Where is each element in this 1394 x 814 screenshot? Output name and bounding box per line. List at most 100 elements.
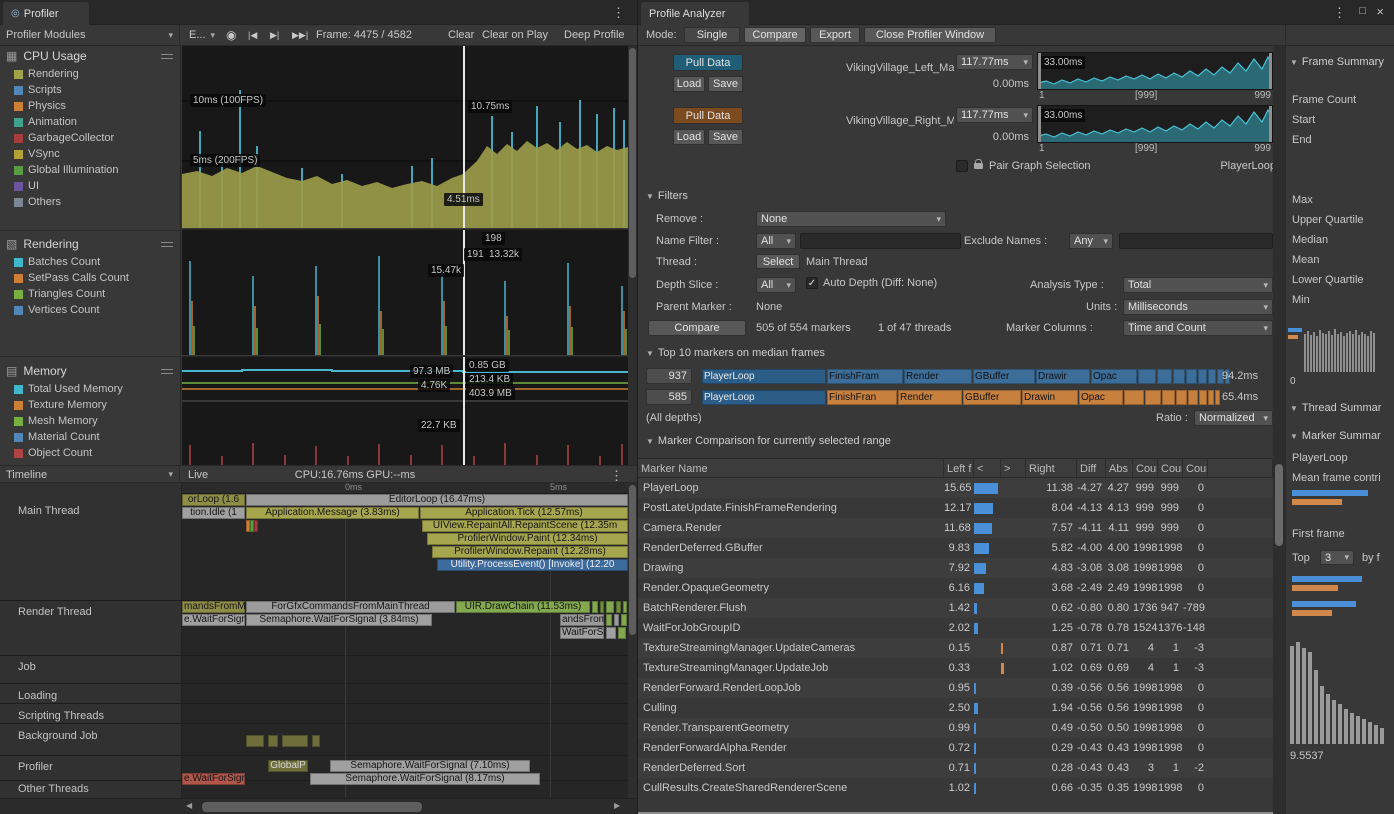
top-n-dropdown[interactable]: 3 xyxy=(1320,550,1354,565)
close-profiler-window-button[interactable]: Close Profiler Window xyxy=(864,27,996,43)
top10-marker-segment[interactable] xyxy=(1173,369,1185,384)
col-right-bar[interactable]: > xyxy=(1001,459,1026,479)
comparison-table-row[interactable]: CullResults.CreateSharedRendererScene 1.… xyxy=(638,778,1273,798)
legend-item[interactable]: Mesh Memory xyxy=(0,413,181,429)
clear-on-play-button[interactable]: Clear on Play xyxy=(482,25,548,45)
top10-marker-segment[interactable]: Render xyxy=(904,369,972,384)
top10-marker-segment[interactable]: PlayerLoop xyxy=(702,390,826,405)
marker-name-cell[interactable]: RenderForwardAlpha.Render xyxy=(638,742,944,754)
frame-summary-foldout[interactable]: ▼ Frame Summary xyxy=(1290,56,1384,68)
timeline-block[interactable] xyxy=(621,614,627,626)
timeline-ruler[interactable]: 0ms 5ms xyxy=(182,483,628,494)
comparison-table-row[interactable]: RenderDeferred.GBuffer 9.83 5.82 -4.00 4… xyxy=(638,538,1273,558)
timeline-block[interactable]: Utility.ProcessEvent() [Invoke] (12.20 xyxy=(437,559,628,571)
timeline-block[interactable] xyxy=(282,735,308,747)
timeline-block[interactable] xyxy=(600,601,604,613)
timeline-block[interactable]: UIView.RepaintAll.RepaintScene (12.35m xyxy=(422,520,628,532)
top10-marker-segment[interactable]: Opac xyxy=(1079,390,1123,405)
remove-dropdown[interactable]: None xyxy=(756,211,946,227)
timeline-track-label[interactable]: Background Job xyxy=(18,730,98,742)
top10-foldout[interactable]: ▼ Top 10 markers on median frames xyxy=(646,347,825,359)
marker-name-cell[interactable]: WaitForJobGroupID xyxy=(638,622,944,634)
timeline-block[interactable]: e.WaitForSigna xyxy=(182,614,245,626)
col-count-left[interactable]: Coun xyxy=(1133,459,1158,479)
module-memory-header[interactable]: ▤ Memory xyxy=(0,361,181,381)
dataset-left-upper-dropdown[interactable]: 117.77ms xyxy=(956,54,1033,70)
save-left-button[interactable]: Save xyxy=(708,76,743,92)
analysis-type-dropdown[interactable]: Total xyxy=(1123,277,1273,293)
legend-item[interactable]: Total Used Memory xyxy=(0,381,181,397)
marker-summary-foldout[interactable]: ▼ Marker Summar xyxy=(1290,430,1381,442)
timeline-track-label[interactable]: Job xyxy=(18,661,36,673)
timeline-vscrollbar-thumb[interactable] xyxy=(629,485,636,635)
top10-marker-segment[interactable] xyxy=(1157,369,1172,384)
analyzer-menu-icon[interactable]: ⋮ xyxy=(1333,5,1346,21)
rendering-chart[interactable]: 198 191 13.32k 15.47k xyxy=(182,229,628,355)
timeline-block[interactable]: tion.Idle (1 xyxy=(182,507,245,519)
timeline-block[interactable]: mandsFromM xyxy=(182,601,245,613)
timeline-block[interactable]: ProfilerWindow.Paint (12.34ms) xyxy=(427,533,628,545)
timeline-block[interactable] xyxy=(616,601,621,613)
top10-marker-segment[interactable] xyxy=(1208,390,1214,405)
timeline-block[interactable] xyxy=(268,735,278,747)
marker-name-cell[interactable]: BatchRenderer.Flush xyxy=(638,602,944,614)
timeline-block[interactable]: orLoop (1.6 xyxy=(182,494,245,506)
timeline-track-label[interactable]: Loading xyxy=(18,690,57,702)
close-icon[interactable]: × xyxy=(1376,4,1384,19)
legend-item[interactable]: SetPass Calls Count xyxy=(0,270,181,286)
deep-profile-button[interactable]: Deep Profile xyxy=(564,25,625,45)
top10-marker-segment[interactable]: PlayerLoop xyxy=(702,369,826,384)
tab-profiler[interactable]: ◎ Profiler xyxy=(3,2,89,25)
col-left[interactable]: Left f xyxy=(944,459,974,479)
timeline-block[interactable]: e.WaitForSign xyxy=(182,773,245,785)
top10-marker-segment[interactable] xyxy=(1215,390,1220,405)
cpu-usage-chart[interactable]: 10ms (100FPS) 5ms (200FPS) 10.75ms 4.51m… xyxy=(182,46,628,228)
marker-name-cell[interactable]: TextureStreamingManager.UpdateJob xyxy=(638,662,944,674)
timeline-track-label[interactable]: Scripting Threads xyxy=(18,710,104,722)
timeline-menu-icon[interactable]: ⋮ xyxy=(610,468,623,484)
editor-target-dropdown[interactable]: E... xyxy=(183,25,221,45)
charts-scrollbar[interactable] xyxy=(628,46,637,465)
profiler-menu-icon[interactable]: ⋮ xyxy=(612,5,625,21)
comparison-table-row[interactable]: PostLateUpdate.FinishFrameRendering 12.1… xyxy=(638,498,1273,518)
median-frame-right[interactable]: 585 xyxy=(646,389,692,405)
top10-marker-segment[interactable] xyxy=(1208,369,1216,384)
comparison-table-row[interactable]: TextureStreamingManager.UpdateCameras 0.… xyxy=(638,638,1273,658)
current-frame-button[interactable]: ▶▶| xyxy=(292,25,308,45)
timeline-block[interactable] xyxy=(606,601,614,613)
auto-depth-checkbox[interactable] xyxy=(806,277,818,289)
view-mode-dropdown[interactable]: Timeline xyxy=(0,466,180,483)
legend-item[interactable]: VSync xyxy=(0,146,181,162)
legend-item[interactable]: GarbageCollector xyxy=(0,130,181,146)
col-count-diff[interactable]: Coun xyxy=(1183,459,1208,479)
maximize-icon[interactable]: □ xyxy=(1359,5,1366,17)
comparison-table-row[interactable]: Culling 2.50 1.94 -0.56 0.56 1998 1998 0 xyxy=(638,698,1273,718)
drag-handle-icon[interactable] xyxy=(161,369,173,374)
name-filter-input[interactable] xyxy=(800,233,961,249)
timeline-block[interactable]: ForGfxCommandsFromMainThread xyxy=(246,601,455,613)
module-rendering-header[interactable]: ▧ Rendering xyxy=(0,234,181,254)
timeline-block[interactable] xyxy=(246,735,264,747)
timeline-block[interactable]: EditorLoop (16.47ms) xyxy=(246,494,628,506)
comparison-table-row[interactable]: RenderForward.RenderLoopJob 0.95 0.39 -0… xyxy=(638,678,1273,698)
clear-button[interactable]: Clear xyxy=(448,25,474,45)
top10-marker-segment[interactable] xyxy=(1198,369,1207,384)
thread-select-button[interactable]: Select xyxy=(756,254,800,269)
legend-item[interactable]: Batches Count xyxy=(0,254,181,270)
timeline-content[interactable]: 0ms 5ms orLoop (1.6EditorLoop (16.47ms)t… xyxy=(182,483,628,798)
marker-name-cell[interactable]: PostLateUpdate.FinishFrameRendering xyxy=(638,502,944,514)
dataset-right-range[interactable]: 1 [999] 999 xyxy=(1037,143,1273,155)
timeline-block[interactable]: Application.Tick (12.57ms) xyxy=(420,507,628,519)
export-button[interactable]: Export xyxy=(810,27,860,43)
top10-marker-segment[interactable] xyxy=(1162,390,1175,405)
comparison-table-row[interactable]: WaitForJobGroupID 2.02 1.25 -0.78 0.78 1… xyxy=(638,618,1273,638)
marker-duration-histogram[interactable] xyxy=(1290,638,1390,744)
legend-item[interactable]: Global Illumination xyxy=(0,162,181,178)
save-right-button[interactable]: Save xyxy=(708,129,743,145)
marker-name-cell[interactable]: Culling xyxy=(638,702,944,714)
legend-item[interactable]: Object Count xyxy=(0,445,181,461)
marker-name-cell[interactable]: RenderDeferred.GBuffer xyxy=(638,542,944,554)
dataset-right-frame-graph[interactable]: 33.00ms xyxy=(1037,105,1273,143)
mode-compare-button[interactable]: Compare xyxy=(744,27,806,43)
depth-mode-dropdown[interactable]: All xyxy=(756,277,796,293)
